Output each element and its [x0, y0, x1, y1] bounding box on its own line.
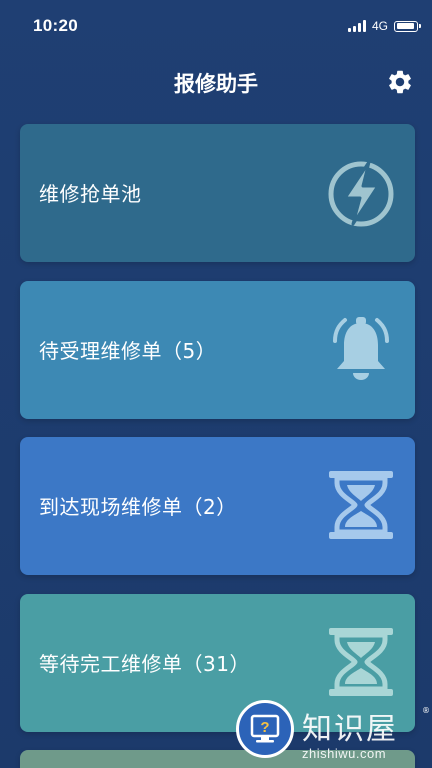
card-label: 等待完工维修单（31） [39, 652, 250, 676]
app-screen: 10:20 4G 报修助手 维修抢单池 待受理维修单（5） 到达现场维修单（2）… [0, 0, 432, 768]
watermark-brand: 知识屋 [302, 712, 398, 747]
watermark-badge: ? [236, 700, 294, 758]
settings-button[interactable] [386, 68, 414, 96]
bell-icon [333, 317, 389, 380]
nav-bar: 报修助手 [0, 56, 432, 108]
gear-icon [389, 70, 411, 94]
battery-icon [394, 20, 421, 32]
watermark-logo: ? 知识屋 ® zhishiwu.com [236, 700, 432, 768]
status-indicators: 4G [347, 17, 421, 35]
status-bar: 10:20 4G [0, 0, 432, 50]
signal-icon [347, 20, 366, 32]
card-pending-orders[interactable]: 待受理维修单（5） [20, 281, 415, 419]
network-type: 4G [371, 19, 388, 33]
card-label: 维修抢单池 [39, 182, 142, 206]
status-time: 10:20 [33, 16, 78, 35]
svg-text:?: ? [260, 719, 269, 736]
card-onsite-orders[interactable]: 到达现场维修单（2） [20, 437, 415, 575]
registered-mark: ® [422, 706, 430, 715]
question-monitor-icon: ? [250, 714, 280, 743]
page-title: 报修助手 [174, 72, 258, 96]
card-label: 到达现场维修单（2） [39, 495, 237, 519]
watermark-url: zhishiwu.com [302, 746, 387, 761]
hourglass-icon [329, 628, 393, 696]
lightning-icon [328, 160, 394, 227]
hourglass-icon [329, 471, 393, 539]
card-label: 待受理维修单（5） [39, 339, 217, 363]
card-repair-pool[interactable]: 维修抢单池 [20, 124, 415, 262]
